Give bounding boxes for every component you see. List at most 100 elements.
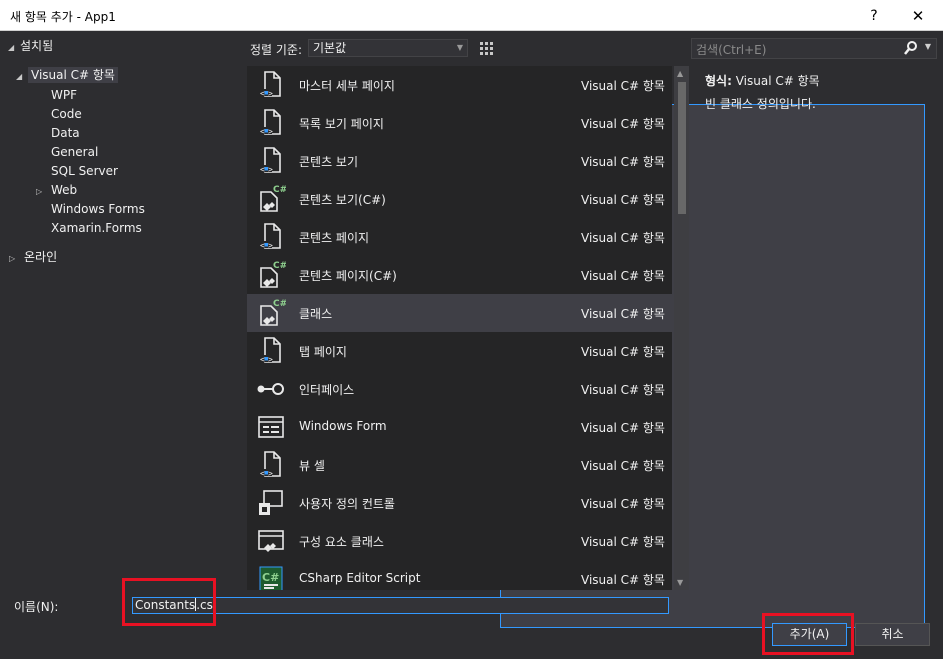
tree-node-installed[interactable]: ◢ 설치됨 [8, 37, 53, 56]
svg-text:>: > [268, 89, 273, 98]
sort-dropdown[interactable]: 기본값 ▼ [308, 39, 468, 57]
sort-value: 기본값 [313, 41, 347, 55]
details-type-value: Visual C# 항목 [735, 74, 820, 88]
scroll-down-arrow-icon[interactable]: ▼ [677, 578, 683, 587]
template-item-category: Visual C# 항목 [581, 535, 665, 549]
grid-view-icon [480, 42, 493, 55]
text-caret [195, 598, 197, 611]
template-item-name: 인터페이스 [299, 383, 355, 397]
xaml-page-icon: < > [256, 336, 286, 366]
svg-text:C#: C# [273, 299, 286, 309]
template-item[interactable]: < > 목록 보기 페이지 Visual C# 항목 [247, 104, 672, 142]
template-item[interactable]: 구성 요소 클래스 Visual C# 항목 [247, 522, 672, 560]
template-item[interactable]: < > 탭 페이지 Visual C# 항목 [247, 332, 672, 370]
template-item-category: Visual C# 항목 [581, 421, 665, 435]
xaml-page-icon: < > [256, 146, 286, 176]
template-item[interactable]: C# CSharp Editor Script Visual C# 항목 [247, 560, 672, 590]
name-input[interactable]: Constants.cs [132, 597, 669, 614]
template-item[interactable]: C# 클래스 Visual C# 항목 [247, 294, 672, 332]
template-item-category: Visual C# 항목 [581, 345, 665, 359]
template-item-name: CSharp Editor Script [299, 571, 421, 585]
collapsed-arrow-icon[interactable]: ▷ [9, 249, 24, 268]
close-button[interactable]: ✕ [904, 4, 932, 28]
cancel-button[interactable]: 취소 [855, 623, 930, 646]
svg-text:C#: C# [273, 261, 286, 271]
template-item[interactable]: Windows Form Visual C# 항목 [247, 408, 672, 446]
tree-node-windows-forms[interactable]: Windows Forms [51, 200, 145, 219]
search-box[interactable]: 검색(Ctrl+E) ▼ [691, 38, 937, 59]
template-item-category: Visual C# 항목 [581, 459, 665, 473]
grid-view-button[interactable] [475, 38, 497, 59]
template-list[interactable]: < > 마스터 세부 페이지 Visual C# 항목 < > 목록 보기 페이지 Visua… [247, 66, 672, 590]
add-button[interactable]: 추가(A) [772, 623, 847, 646]
template-item[interactable]: C# 콘텐츠 페이지(C#) Visual C# 항목 [247, 256, 672, 294]
tree-node-web[interactable]: ▷ Web [36, 181, 77, 200]
tree-node-visual-csharp[interactable]: ◢ Visual C# 항목 [16, 66, 118, 85]
details-type-label: 형식: [705, 74, 732, 88]
xaml-page-icon: < > [256, 222, 286, 252]
template-item-name: 콘텐츠 보기(C#) [299, 193, 386, 207]
svg-text:<: < [260, 127, 265, 136]
template-item[interactable]: 사용자 정의 컨트롤 Visual C# 항목 [247, 484, 672, 522]
csharp-class-icon: C# [256, 184, 287, 214]
template-item-name: 뷰 셀 [299, 459, 325, 473]
window-title: 새 항목 추가 - App1 [10, 10, 116, 24]
tree-node-sql-server[interactable]: SQL Server [51, 162, 118, 181]
template-item[interactable]: < > 콘텐츠 페이지 Visual C# 항목 [247, 218, 672, 256]
details-type: 형식: Visual C# 항목 [705, 72, 820, 89]
template-item-category: Visual C# 항목 [581, 307, 665, 321]
template-item-name: 사용자 정의 컨트롤 [299, 497, 395, 511]
template-item-category: Visual C# 항목 [581, 269, 665, 283]
template-item-category: Visual C# 항목 [581, 193, 665, 207]
help-button[interactable]: ? [860, 4, 888, 28]
name-input-value: Constants.cs [135, 598, 213, 612]
svg-text:>: > [268, 355, 273, 364]
tree-node-xamarin-forms[interactable]: Xamarin.Forms [51, 219, 142, 238]
template-item-name: 탭 페이지 [299, 345, 347, 359]
template-item-category: Visual C# 항목 [581, 79, 665, 93]
template-item-name: 콘텐츠 페이지 [299, 231, 370, 245]
svg-text:>: > [268, 127, 273, 136]
tree-node-data[interactable]: Data [51, 124, 80, 143]
svg-text:>: > [268, 469, 273, 478]
svg-text:<: < [260, 469, 265, 478]
search-icon[interactable] [904, 40, 918, 59]
user-control-icon [256, 488, 286, 518]
csharp-class-icon: C# [256, 260, 287, 290]
template-item-category: Visual C# 항목 [581, 155, 665, 169]
template-item[interactable]: < > 콘텐츠 보기 Visual C# 항목 [247, 142, 672, 180]
category-tree: ◢ 설치됨 ◢ Visual C# 항목 WPF Code Data General… [0, 31, 247, 590]
expanded-arrow-icon[interactable]: ◢ [16, 67, 28, 86]
tree-node-code[interactable]: Code [51, 105, 82, 124]
template-item[interactable]: < > 뷰 셀 Visual C# 항목 [247, 446, 672, 484]
details-description: 빈 클래스 정의입니다. [705, 97, 816, 111]
svg-text:<: < [260, 355, 265, 364]
scroll-up-arrow-icon[interactable]: ▲ [677, 69, 683, 78]
template-item-category: Visual C# 항목 [581, 573, 665, 587]
template-item-name: 구성 요소 클래스 [299, 535, 384, 549]
search-options-chevron-icon[interactable]: ▼ [925, 42, 931, 51]
xaml-page-icon: < > [256, 70, 286, 100]
template-item[interactable]: < > 마스터 세부 페이지 Visual C# 항목 [247, 66, 672, 104]
expanded-arrow-icon[interactable]: ◢ [8, 38, 20, 57]
template-item-category: Visual C# 항목 [581, 383, 665, 397]
template-item[interactable]: 인터페이스 Visual C# 항목 [247, 370, 672, 408]
svg-text:C#: C# [273, 185, 286, 195]
svg-text:<: < [260, 165, 265, 174]
template-item-category: Visual C# 항목 [581, 117, 665, 131]
template-list-scrollbar[interactable]: ▲ ▼ [674, 66, 689, 590]
title-bar: 새 항목 추가 - App1 ? ✕ [0, 0, 943, 31]
name-label: 이름(N): [14, 600, 59, 614]
tree-node-general[interactable]: General [51, 143, 98, 162]
svg-text:<: < [260, 241, 265, 250]
collapsed-arrow-icon[interactable]: ▷ [36, 182, 51, 201]
svg-text:>: > [268, 165, 273, 174]
scrollbar-thumb[interactable] [678, 82, 686, 214]
search-input[interactable]: 검색(Ctrl+E) [696, 41, 766, 58]
svg-text:>: > [268, 241, 273, 250]
chevron-down-icon: ▼ [456, 43, 463, 52]
tree-node-online[interactable]: ▷ 온라인 [9, 248, 57, 267]
template-item[interactable]: C# 콘텐츠 보기(C#) Visual C# 항목 [247, 180, 672, 218]
windows-form-icon [256, 412, 286, 442]
tree-node-wpf[interactable]: WPF [51, 86, 77, 105]
